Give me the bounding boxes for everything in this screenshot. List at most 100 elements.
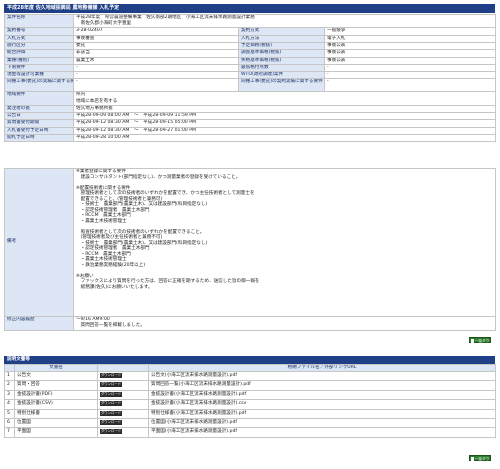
remarks-text: ※業者登録に関する要件 建設コンサルタント(部門指定なし)、かつ測量業者の登録を… — [73, 168, 496, 317]
remarks-table: 備考 ※業者登録に関する要件 建設コンサルタント(部門指定なし)、かつ測量業者の… — [4, 168, 496, 331]
field-label: 発注者の長 — [4, 104, 74, 114]
file-row: 7 平面図 ダウンロード 平面図(小海工区流末排水路測量設計).pdf — [4, 427, 496, 438]
file-no: 7 — [4, 427, 15, 438]
info-row: 公告日 平成28-09-09 08:00 AM ～ 平成28-09-09 11:5… — [4, 112, 496, 121]
info-row: 現金等設計可業種 - WTO(政府調達)案件 - — [4, 71, 496, 80]
download-button[interactable]: ダウンロード — [100, 410, 122, 416]
info-row: 施行区分 委託 予定価格(税抜) 事後公表 — [4, 41, 496, 51]
field-value: 事後公表 — [324, 56, 496, 65]
field-value: 一般競争 — [324, 27, 496, 36]
field-value: - — [324, 63, 496, 73]
file-no: 3 — [4, 389, 15, 401]
field-value: 非該当 — [73, 49, 239, 58]
file-link[interactable]: 質問回答一覧(小海工区流末排水路測量設計).pdf — [148, 380, 496, 391]
file-link[interactable]: 平面図(小海工区流末排水路測量設計).pdf — [148, 427, 496, 438]
info-row: 地域要件 県内 地域に本店を有する — [4, 91, 496, 106]
field-value: - — [73, 78, 239, 93]
field-value: 3-28-02407 — [73, 27, 239, 36]
file-row: 2 質問・回答 ダウンロード 質問回答一覧(小海工区流末排水路測量設計).pdf — [4, 380, 496, 391]
field-value: - — [324, 71, 496, 80]
file-name: 公告文 — [14, 370, 98, 382]
field-label: 契約方式 — [238, 27, 325, 36]
info-row: 契約番号 3-28-02407 契約方式 一般競争 — [4, 27, 496, 36]
field-value: 平成28-09-12 08:30 AM ～ 平成28-09-27 01:00 P… — [73, 126, 496, 136]
download-button[interactable]: ダウンロード — [100, 429, 122, 435]
field-label: 案件名称 — [4, 13, 74, 29]
field-value: 平成28-09-09 08:00 AM ～ 平成28-09-09 11:59 P… — [73, 112, 496, 121]
info-row: 質問書受付期間 平成28-09-12 08:30 AM ～ 平成28-09-15 … — [4, 119, 496, 128]
download-button[interactable]: ダウンロード — [100, 382, 122, 388]
field-label: 入札方式 — [4, 34, 74, 44]
field-label: 同種工事(委託)の契約実績に関する要件 — [238, 78, 325, 93]
info-row: 入札方式 事後審査 入札方法 電子入札 — [4, 34, 496, 44]
info-row: 業種(種別) 農業土木 失格基準価格(税抜) 事後公表 — [4, 56, 496, 65]
file-row: 1 公告文 ダウンロード 公告文(小海工区流末排水路測量設計).pdf — [4, 370, 496, 382]
page-title: 平成28年度 佐久地域振興局 農地整備課 入札予定 — [4, 4, 495, 13]
info-row: 下限要件 - 最低格付点数 - — [4, 63, 496, 73]
files-header-dl — [97, 364, 149, 372]
field-value: - — [73, 63, 239, 73]
files-header-no — [4, 364, 15, 372]
field-label: 開札予定日時 — [4, 134, 74, 143]
download-button[interactable]: ダウンロード — [100, 420, 122, 426]
field-label: 施行区分 — [4, 41, 74, 51]
file-no: 4 — [4, 399, 15, 410]
file-row: 5 特別仕様書 ダウンロード 特別仕様書(小海工区流末排水路測量設計).pdf — [4, 408, 496, 420]
field-label: 入札書受付予定日時 — [4, 126, 74, 136]
revision-text: ～9/16 AM9:00 質問回答一覧を掲載しました。 — [73, 316, 496, 331]
field-label: 質問書受付期間 — [4, 119, 74, 128]
field-value: 農業土木 — [73, 56, 239, 65]
file-link[interactable]: 金抜設計書(小海工区流末排水路測量設計).csv — [148, 399, 496, 410]
file-link[interactable]: 特別仕様書(小海工区流末排水路測量設計).pdf — [148, 408, 496, 420]
file-name: 金抜設計書(CSV) — [14, 399, 98, 410]
field-label: 地域要件 — [4, 91, 74, 106]
field-label: 総合評価 — [4, 49, 74, 58]
field-value: 県内 地域に本店を有する — [73, 91, 496, 106]
field-value: 委託 — [73, 41, 239, 51]
documents-table: 文書名 格納ファイル名／外部リンクURL 1 公告文 ダウンロード 公告文(小海工区流… — [4, 364, 496, 438]
file-name: 位置図 — [14, 418, 98, 429]
file-name: 平面図 — [14, 427, 98, 438]
info-row: 入札書受付予定日時 平成28-09-12 08:30 AM ～ 平成28-09-2… — [4, 126, 496, 136]
bid-info-table: 案件名称 平成28年度 県営農道整備事業 佐久南部2期地区 小海工区流末排水路測量… — [4, 13, 496, 143]
file-link[interactable]: 公告文(小海工区流末排水路測量設計).pdf — [148, 370, 496, 382]
file-download-cell: ダウンロード — [97, 427, 149, 438]
documents-section-title: 説明文書等 — [4, 356, 495, 364]
field-label: 下限要件 — [4, 63, 74, 73]
field-label: 公告日 — [4, 112, 74, 121]
field-value: 平成28-09-12 08:30 AM ～ 平成28-09-15 05:00 P… — [73, 119, 496, 128]
field-value: 事後審査 — [73, 34, 239, 44]
info-row: 案件名称 平成28年度 県営農道整備事業 佐久南部2期地区 小海工区流末排水路測量… — [4, 13, 496, 29]
download-icon — [470, 457, 474, 461]
bulk-download-button-bottom[interactable]: 一括ダウンロード — [469, 455, 491, 467]
files-header-file: 格納ファイル名／外部リンクURL — [148, 364, 496, 372]
download-button[interactable]: ダウンロード — [100, 373, 122, 378]
file-link[interactable]: 金抜設計書(小海工区流末排水路測量設計).pdf — [148, 389, 496, 401]
field-value: 佐久地方事務所長 — [73, 104, 496, 114]
bulk-download-button-top[interactable]: 一括ダウンロード — [469, 337, 491, 349]
field-value: 平成28-09-28 10:00 AM — [73, 134, 496, 143]
download-button[interactable]: ダウンロード — [100, 401, 122, 407]
file-name: 金抜設計書(PDF) — [14, 389, 98, 401]
file-link[interactable]: 位置図(小海工区流末排水路測量設計).pdf — [148, 418, 496, 429]
field-label: 失格基準価格(税抜) — [238, 56, 325, 65]
field-value: 平成28年度 県営農道整備事業 佐久南部2期地区 小海工区流末排水路測量設計業務… — [73, 13, 496, 29]
files-header-name: 文書名 — [14, 364, 98, 372]
field-value: 事後公表 — [324, 49, 496, 58]
field-label: 入札方法 — [238, 34, 325, 44]
download-button[interactable]: ダウンロード — [100, 391, 122, 397]
field-value: 電子入札 — [324, 34, 496, 44]
file-row: 3 金抜設計書(PDF) ダウンロード 金抜設計書(小海工区流末排水路測量設計).pd… — [4, 389, 496, 401]
remarks-label: 備考 — [4, 168, 74, 317]
info-row: 発注者の長 佐久地方事務所長 — [4, 104, 496, 114]
field-value: 事後公表 — [324, 41, 496, 51]
file-download-cell: ダウンロード — [97, 408, 149, 420]
field-label: 調査基準価格(税抜) — [238, 49, 325, 58]
file-download-cell: ダウンロード — [97, 418, 149, 429]
file-no: 2 — [4, 380, 15, 391]
info-row: 開札予定日時 平成28-09-28 10:00 AM — [4, 134, 496, 143]
revision-label: 修正内容履歴 — [4, 316, 74, 331]
file-no: 5 — [4, 408, 15, 420]
info-row: 総合評価 非該当 調査基準価格(税抜) 事後公表 — [4, 49, 496, 58]
field-label: 予定価格(税抜) — [238, 41, 325, 51]
